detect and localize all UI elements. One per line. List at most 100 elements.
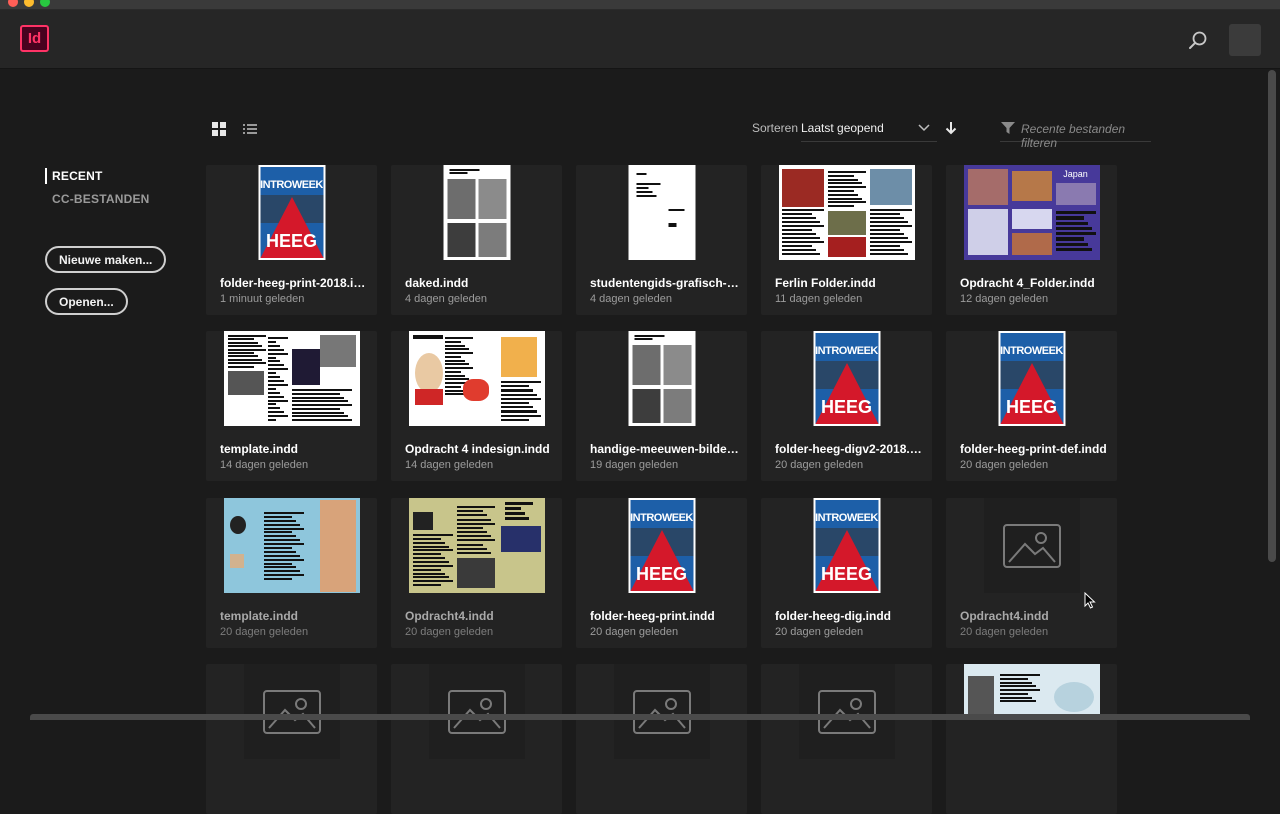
avatar[interactable] (1229, 24, 1261, 56)
thumb-title: INTROWEEK (1000, 345, 1063, 357)
file-card[interactable]: studentengids-grafisch-vo... 4 dagen gel… (576, 165, 747, 315)
file-name: folder-heeg-print-2018.indd (220, 276, 370, 290)
file-modified: 19 dagen geleden (590, 459, 679, 471)
sort-value: Laatst geopend (801, 121, 884, 135)
thumb-subtitle: HEEG (265, 231, 317, 251)
thumb-title: INTROWEEK (630, 512, 693, 524)
file-card[interactable]: Opdracht 4 indesign.indd 14 dagen gelede… (391, 331, 562, 481)
document-thumbnail (628, 331, 695, 426)
file-card[interactable]: handige-meeuwen-bilderd... 19 dagen gele… (576, 331, 747, 481)
file-name: handige-meeuwen-bilderd... (590, 442, 740, 456)
zoom-window-icon[interactable] (40, 0, 50, 7)
image-placeholder-icon (263, 690, 321, 734)
file-card[interactable]: Japan Opdracht 4_Folder.indd 12 dagen ge… (946, 165, 1117, 315)
new-document-button[interactable]: Nieuwe maken... (45, 246, 167, 273)
file-card[interactable] (761, 664, 932, 814)
document-thumbnail: INTROWEEK HEEG (813, 331, 880, 426)
file-modified: 12 dagen geleden (960, 293, 1049, 305)
file-card[interactable] (576, 664, 747, 814)
image-placeholder-icon (818, 690, 876, 734)
file-name: daked.indd (405, 276, 469, 290)
filter-placeholder: Recente bestanden filteren (1021, 122, 1126, 150)
close-window-icon[interactable] (8, 0, 18, 7)
document-thumbnail: INTROWEEK HEEG (258, 165, 325, 260)
document-thumbnail: Japan (963, 165, 1100, 260)
file-card[interactable]: INTROWEEK HEEG folder-heeg-dig.indd 20 d… (761, 498, 932, 648)
file-modified: 4 dagen geleden (590, 293, 672, 305)
document-thumbnail (223, 331, 360, 426)
thumb-subtitle: HEEG (820, 397, 872, 417)
thumb-title: INTROWEEK (815, 345, 878, 357)
mouse-cursor-icon (1084, 592, 1096, 609)
sort-dropdown[interactable]: Laatst geopend (801, 116, 937, 142)
document-thumbnail (984, 498, 1080, 593)
file-modified: 1 minuut geleden (220, 293, 305, 305)
document-thumbnail (963, 664, 1100, 720)
document-thumbnail (628, 165, 695, 260)
file-card[interactable]: Opdracht4.indd 20 dagen geleden (391, 498, 562, 648)
document-thumbnail (244, 664, 340, 759)
thumb-subtitle: HEEG (635, 564, 687, 584)
file-card[interactable] (391, 664, 562, 814)
file-card[interactable]: INTROWEEK HEEG folder-heeg-print-def.ind… (946, 331, 1117, 481)
image-placeholder-icon (448, 690, 506, 734)
thumb-subtitle: HEEG (1005, 397, 1057, 417)
thumb-title: Japan (1063, 169, 1088, 179)
file-card[interactable] (946, 664, 1117, 814)
search-icon[interactable] (1186, 29, 1210, 53)
document-thumbnail (408, 498, 545, 593)
document-thumbnail (408, 331, 545, 426)
file-modified: 20 dagen geleden (775, 459, 864, 471)
app-header: Id (0, 10, 1280, 69)
file-name: Opdracht 4 indesign.indd (405, 442, 550, 456)
file-card[interactable]: INTROWEEK HEEG folder-heeg-digv2-2018.in… (761, 331, 932, 481)
tab-recent[interactable]: RECENT (45, 168, 150, 184)
file-card[interactable]: template.indd 20 dagen geleden (206, 498, 377, 648)
document-thumbnail (778, 165, 915, 260)
image-placeholder-icon (633, 690, 691, 734)
file-modified: 14 dagen geleden (405, 459, 494, 471)
file-modified: 20 dagen geleden (590, 626, 679, 638)
file-name: folder-heeg-digv2-2018.indd (775, 442, 925, 456)
file-card[interactable]: Ferlin Folder.indd 11 dagen geleden (761, 165, 932, 315)
open-document-button[interactable]: Openen... (45, 288, 128, 315)
os-dock (30, 714, 1250, 720)
filter-field[interactable]: Recente bestanden filteren (1000, 116, 1151, 150)
file-card[interactable] (206, 664, 377, 814)
file-modified: 4 dagen geleden (405, 293, 487, 305)
file-card[interactable]: daked.indd 4 dagen geleden (391, 165, 562, 315)
file-name: folder-heeg-dig.indd (775, 609, 891, 623)
file-card[interactable]: INTROWEEK HEEG folder-heeg-print.indd 20… (576, 498, 747, 648)
file-modified: 11 dagen geleden (775, 293, 863, 305)
indesign-logo: Id (20, 25, 49, 52)
grid-view-icon[interactable] (212, 122, 226, 136)
document-thumbnail (429, 664, 525, 759)
thumb-title: INTROWEEK (815, 512, 878, 524)
file-name: Opdracht4.indd (405, 609, 494, 623)
file-card[interactable]: INTROWEEK HEEG folder-heeg-print-2018.in… (206, 165, 377, 315)
file-card[interactable]: Opdracht4.indd 20 dagen geleden (946, 498, 1117, 648)
tab-cc-bestanden[interactable]: CC-BESTANDEN (45, 191, 150, 214)
image-placeholder-icon (1003, 524, 1061, 568)
file-card[interactable]: template.indd 14 dagen geleden (206, 331, 377, 481)
file-name: folder-heeg-print-def.indd (960, 442, 1107, 456)
arrow-down-icon[interactable] (945, 121, 957, 135)
file-modified: 20 dagen geleden (960, 459, 1049, 471)
filter-icon (1001, 122, 1015, 134)
minimize-window-icon[interactable] (24, 0, 34, 7)
file-name: studentengids-grafisch-vo... (590, 276, 740, 290)
thumb-title: INTROWEEK (260, 179, 323, 191)
document-thumbnail: INTROWEEK HEEG (998, 331, 1065, 426)
sort-label: Sorteren (752, 121, 799, 135)
scrollbar[interactable] (1268, 70, 1276, 562)
document-thumbnail: INTROWEEK HEEG (813, 498, 880, 593)
file-name: Ferlin Folder.indd (775, 276, 876, 290)
file-name: folder-heeg-print.indd (590, 609, 715, 623)
file-modified: 14 dagen geleden (220, 459, 309, 471)
file-name: Opdracht 4_Folder.indd (960, 276, 1095, 290)
thumb-subtitle: HEEG (820, 564, 872, 584)
file-modified: 20 dagen geleden (775, 626, 864, 638)
list-view-icon[interactable] (243, 122, 257, 136)
file-name: template.indd (220, 609, 299, 623)
os-menubar (0, 0, 1280, 10)
